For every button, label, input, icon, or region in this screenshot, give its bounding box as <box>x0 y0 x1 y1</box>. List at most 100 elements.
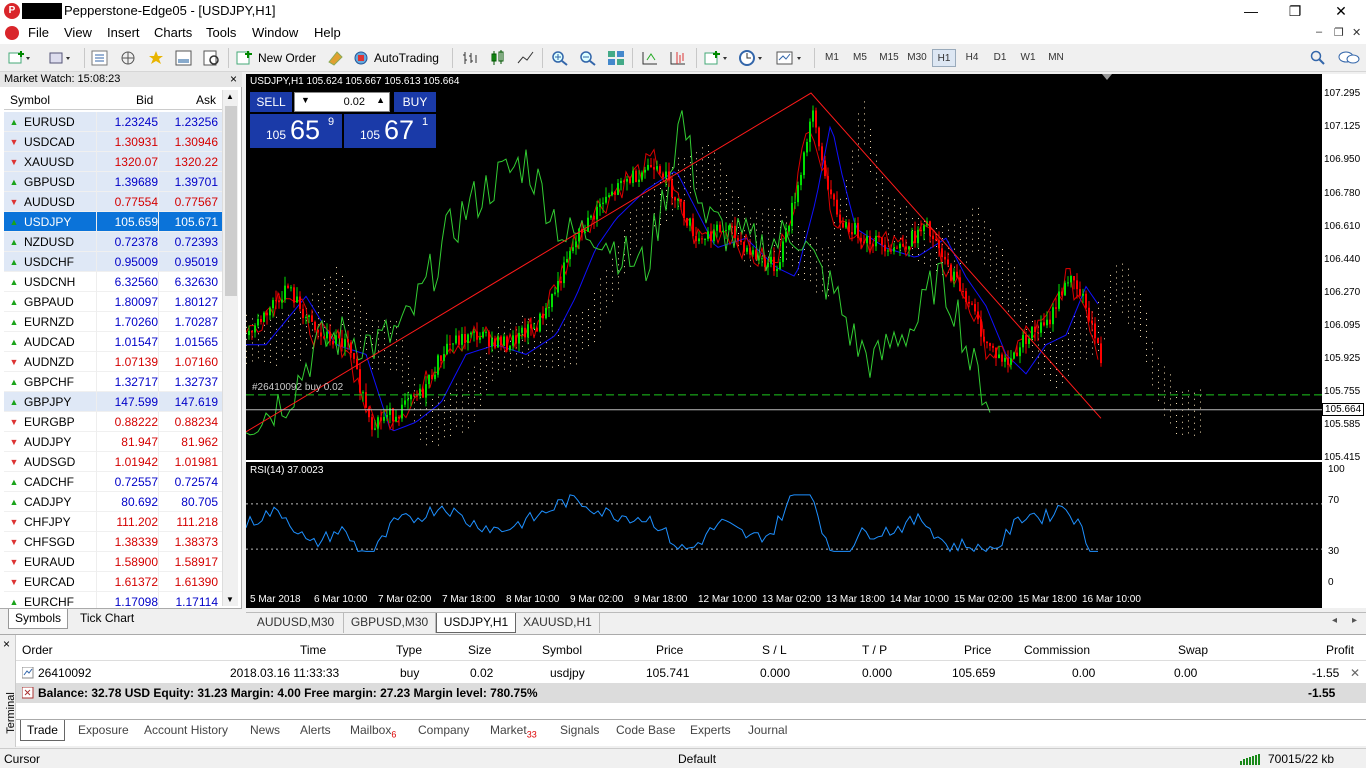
market-watch-row[interactable]: ▲ USDCNH 6.32560 6.32630 <box>4 272 222 292</box>
metaeditor-icon[interactable] <box>326 48 346 68</box>
market-watch-row[interactable]: ▲ CADCHF 0.72557 0.72574 <box>4 472 222 492</box>
chart-area[interactable]: USDJPY,H1 105.624 105.667 105.613 105.66… <box>246 74 1322 608</box>
tabs-scroll-left-icon[interactable]: ◂ <box>1332 615 1337 626</box>
tab-code-base[interactable]: Code Base <box>610 720 681 741</box>
tab-symbols[interactable]: Symbols <box>8 609 69 629</box>
autotrading-button[interactable]: AutoTrading <box>352 48 439 68</box>
market-watch-row[interactable]: ▼ AUDUSD 0.77554 0.77567 <box>4 192 222 212</box>
col-time[interactable]: Time <box>300 643 326 657</box>
chat-icon[interactable] <box>1338 48 1360 68</box>
market-watch-row[interactable]: ▲ USDJPY 105.659 105.671 <box>4 212 222 232</box>
tab-trade[interactable]: Trade <box>20 720 65 741</box>
market-watch-row[interactable]: ▲ EURNZD 1.70260 1.70287 <box>4 312 222 332</box>
tab-experts[interactable]: Experts <box>684 720 737 741</box>
timeframe-h1[interactable]: H1 <box>932 49 956 67</box>
tab-company[interactable]: Company <box>412 720 475 741</box>
menu-window[interactable]: Window <box>252 25 298 40</box>
tab-account-history[interactable]: Account History <box>138 720 234 741</box>
column-bid[interactable]: Bid <box>136 93 153 107</box>
timeframe-m30[interactable]: M30 <box>904 49 930 67</box>
timeframe-w1[interactable]: W1 <box>1016 49 1040 67</box>
close-button[interactable]: ✕ <box>1318 0 1364 22</box>
strategy-tester-icon[interactable] <box>202 48 222 68</box>
scroll-down-icon[interactable]: ▼ <box>226 595 234 604</box>
navigator-icon[interactable] <box>146 48 166 68</box>
volume-spinner[interactable]: ▼ 0.02 ▲ <box>294 92 390 112</box>
timeframe-h4[interactable]: H4 <box>960 49 984 67</box>
bar-chart-icon[interactable] <box>460 48 480 68</box>
tab-alerts[interactable]: Alerts <box>294 720 337 741</box>
col-tp[interactable]: T / P <box>862 643 887 657</box>
col-symbol[interactable]: Symbol <box>542 643 582 657</box>
mdi-restore-button[interactable]: ❐ <box>1334 26 1344 39</box>
sell-price-box[interactable]: 105 65 9 <box>250 114 342 148</box>
sell-button[interactable]: SELL <box>250 92 292 112</box>
chart-tab-usdjpy[interactable]: USDJPY,H1 <box>436 613 516 633</box>
market-watch-row[interactable]: ▲ GBPJPY 147.599 147.619 <box>4 392 222 412</box>
market-watch-row[interactable]: ▲ AUDCAD 1.01547 1.01565 <box>4 332 222 352</box>
buy-price-box[interactable]: 105 67 1 <box>344 114 436 148</box>
market-watch-row[interactable]: ▼ AUDSGD 1.01942 1.01981 <box>4 452 222 472</box>
minimize-button[interactable]: — <box>1228 0 1274 22</box>
column-symbol[interactable]: Symbol <box>10 93 50 107</box>
chart-shift-icon[interactable] <box>668 48 688 68</box>
col-sl[interactable]: S / L <box>762 643 787 657</box>
market-watch-row[interactable]: ▼ USDCAD 1.30931 1.30946 <box>4 132 222 152</box>
trade-sl[interactable]: 0.000 <box>760 666 790 680</box>
trade-row[interactable]: 26410092 2018.03.16 11:33:33 buy 0.02 us… <box>16 663 1366 683</box>
column-ask[interactable]: Ask <box>196 93 216 107</box>
new-order-button[interactable]: New Order <box>236 48 316 68</box>
market-watch-row[interactable]: ▲ NZDUSD 0.72378 0.72393 <box>4 232 222 252</box>
indicators-icon[interactable] <box>704 48 730 68</box>
col-order[interactable]: Order <box>22 643 53 657</box>
market-watch-row[interactable]: ▼ CHFJPY 111.202 111.218 <box>4 512 222 532</box>
tabs-scroll-right-icon[interactable]: ▸ <box>1352 615 1357 626</box>
market-watch-row[interactable]: ▼ AUDJPY 81.947 81.962 <box>4 432 222 452</box>
periods-icon[interactable] <box>738 48 766 68</box>
market-watch-row[interactable]: ▲ GBPAUD 1.80097 1.80127 <box>4 292 222 312</box>
timeframe-mn[interactable]: MN <box>1044 49 1068 67</box>
tab-mailbox[interactable]: Mailbox6 <box>344 720 402 741</box>
profiles-icon[interactable] <box>48 48 72 68</box>
timeframe-m15[interactable]: M15 <box>876 49 902 67</box>
market-watch-row[interactable]: ▲ CADJPY 80.692 80.705 <box>4 492 222 512</box>
zoom-in-icon[interactable] <box>550 48 570 68</box>
menu-tools[interactable]: Tools <box>206 25 236 40</box>
col-current-price[interactable]: Price <box>964 643 991 657</box>
buy-button[interactable]: BUY <box>394 92 436 112</box>
col-price[interactable]: Price <box>656 643 683 657</box>
market-watch-row[interactable]: ▼ EURAUD 1.58900 1.58917 <box>4 552 222 572</box>
menu-view[interactable]: View <box>64 25 92 40</box>
market-watch-row[interactable]: ▼ EURGBP 0.88222 0.88234 <box>4 412 222 432</box>
tab-exposure[interactable]: Exposure <box>72 720 135 741</box>
market-watch-row[interactable]: ▼ EURCAD 1.61372 1.61390 <box>4 572 222 592</box>
menu-file[interactable]: File <box>28 25 49 40</box>
candlesticks-icon[interactable] <box>488 48 508 68</box>
timeframe-m1[interactable]: M1 <box>820 49 844 67</box>
mdi-close-button[interactable]: ✕ <box>1352 26 1361 39</box>
market-watch-row[interactable]: ▼ AUDNZD 1.07139 1.07160 <box>4 352 222 372</box>
tab-journal[interactable]: Journal <box>742 720 793 741</box>
app-menu-icon[interactable] <box>5 26 19 40</box>
market-watch-row[interactable]: ▲ EURUSD 1.23245 1.23256 <box>4 112 222 132</box>
market-watch-close-button[interactable]: × <box>230 72 237 87</box>
menu-help[interactable]: Help <box>314 25 341 40</box>
col-commission[interactable]: Commission <box>1024 643 1090 657</box>
chart-canvas[interactable] <box>246 74 1322 608</box>
scrollbar-thumb[interactable] <box>225 106 237 296</box>
market-watch-row[interactable]: ▼ CHFSGD 1.38339 1.38373 <box>4 532 222 552</box>
search-icon[interactable] <box>1308 48 1328 68</box>
close-order-icon[interactable]: ✕ <box>1350 666 1360 680</box>
terminal-close-button[interactable]: × <box>3 637 10 651</box>
menu-charts[interactable]: Charts <box>154 25 192 40</box>
zoom-out-icon[interactable] <box>578 48 598 68</box>
timeframe-d1[interactable]: D1 <box>988 49 1012 67</box>
market-watch-icon[interactable] <box>90 48 110 68</box>
chart-tab-xauusd[interactable]: XAUUSD,H1 <box>516 613 600 633</box>
tab-news[interactable]: News <box>244 720 286 741</box>
market-watch-row[interactable]: ▲ USDCHF 0.95009 0.95019 <box>4 252 222 272</box>
menu-insert[interactable]: Insert <box>107 25 140 40</box>
col-profit[interactable]: Profit <box>1326 643 1354 657</box>
tile-windows-icon[interactable] <box>606 48 626 68</box>
timeframe-m5[interactable]: M5 <box>848 49 872 67</box>
